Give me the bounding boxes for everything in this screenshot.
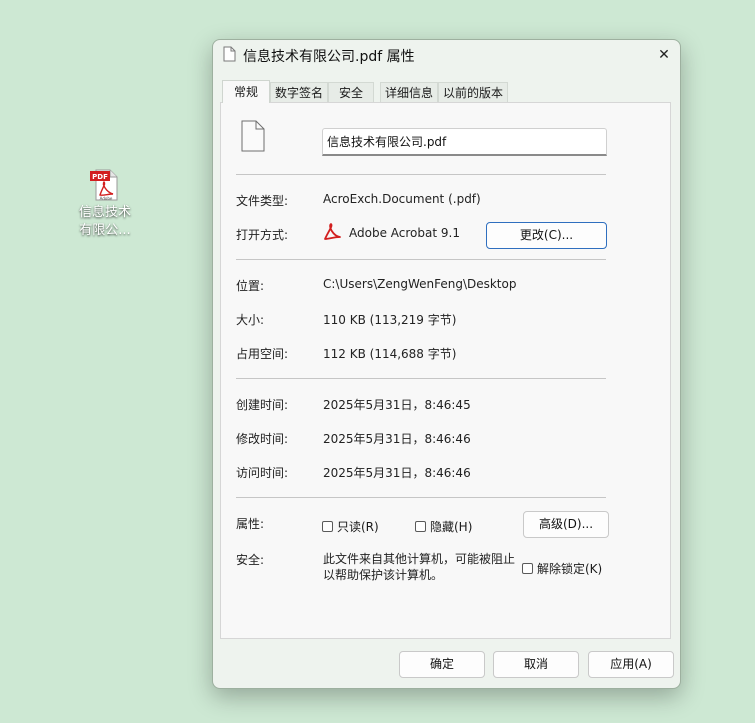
svg-text:PDF: PDF	[92, 173, 108, 181]
created-value: 2025年5月31日，8:46:45	[323, 398, 471, 412]
pdf-file-icon: PDF Adobe	[88, 168, 122, 202]
file-name-input[interactable]	[322, 128, 607, 156]
close-icon: ✕	[658, 47, 670, 63]
properties-dialog: 信息技术有限公司.pdf 属性 ✕ 常规 数字签名 安全 详细信息 以前的版本 …	[212, 39, 681, 689]
separator	[236, 497, 606, 498]
size-value: 110 KB (113,219 字节)	[323, 313, 457, 327]
attributes-label: 属性:	[236, 517, 265, 531]
document-icon	[223, 46, 236, 65]
window-title: 信息技术有限公司.pdf 属性	[243, 49, 415, 65]
location-label: 位置:	[236, 279, 265, 293]
separator	[236, 174, 606, 175]
advanced-button[interactable]: 高级(D)...	[523, 511, 609, 538]
created-label: 创建时间:	[236, 398, 289, 412]
desktop-icon-label: 信息技术 有限公...	[78, 205, 131, 238]
security-label: 安全:	[236, 553, 265, 567]
checkbox-box	[322, 521, 333, 532]
tab-security[interactable]: 安全	[328, 82, 374, 102]
size-label: 大小:	[236, 313, 265, 327]
separator	[236, 259, 606, 260]
modified-label: 修改时间:	[236, 432, 289, 446]
acrobat-icon	[322, 222, 342, 245]
ok-button[interactable]: 确定	[399, 651, 485, 678]
file-type-value: AcroExch.Document (.pdf)	[323, 192, 481, 206]
file-type-label: 文件类型:	[236, 194, 289, 208]
change-button[interactable]: 更改(C)...	[486, 222, 607, 249]
checkbox-box	[522, 563, 533, 574]
svg-text:Adobe: Adobe	[100, 196, 113, 201]
size-on-disk-label: 占用空间:	[236, 347, 289, 361]
tab-details[interactable]: 详细信息	[380, 82, 438, 102]
separator	[236, 378, 606, 379]
tab-general[interactable]: 常规	[222, 80, 270, 103]
general-panel: 文件类型: AcroExch.Document (.pdf) 打开方式: Ado…	[220, 102, 671, 639]
apply-button[interactable]: 应用(A)	[588, 651, 674, 678]
security-message: 此文件来自其他计算机，可能被阻止 以帮助保护该计算机。	[323, 552, 516, 582]
open-with-label: 打开方式:	[236, 228, 289, 242]
modified-value: 2025年5月31日，8:46:46	[323, 432, 471, 446]
cancel-button[interactable]: 取消	[493, 651, 579, 678]
desktop-pdf-file[interactable]: PDF Adobe 信息技术 有限公...	[68, 168, 142, 240]
unblock-checkbox[interactable]: 解除锁定(K)	[522, 560, 602, 577]
readonly-checkbox[interactable]: 只读(R)	[322, 518, 379, 535]
tab-digital-signatures[interactable]: 数字签名	[270, 82, 328, 102]
close-button[interactable]: ✕	[648, 40, 680, 70]
title-bar[interactable]: 信息技术有限公司.pdf 属性 ✕	[213, 40, 680, 70]
hidden-checkbox[interactable]: 隐藏(H)	[415, 518, 472, 535]
size-on-disk-value: 112 KB (114,688 字节)	[323, 347, 457, 361]
open-with-value: Adobe Acrobat 9.1	[349, 226, 460, 240]
location-value: C:\Users\ZengWenFeng\Desktop	[323, 277, 517, 291]
tab-previous-versions[interactable]: 以前的版本	[438, 82, 508, 102]
accessed-value: 2025年5月31日，8:46:46	[323, 466, 471, 480]
accessed-label: 访问时间:	[236, 466, 289, 480]
file-icon	[241, 120, 265, 155]
checkbox-box	[415, 521, 426, 532]
